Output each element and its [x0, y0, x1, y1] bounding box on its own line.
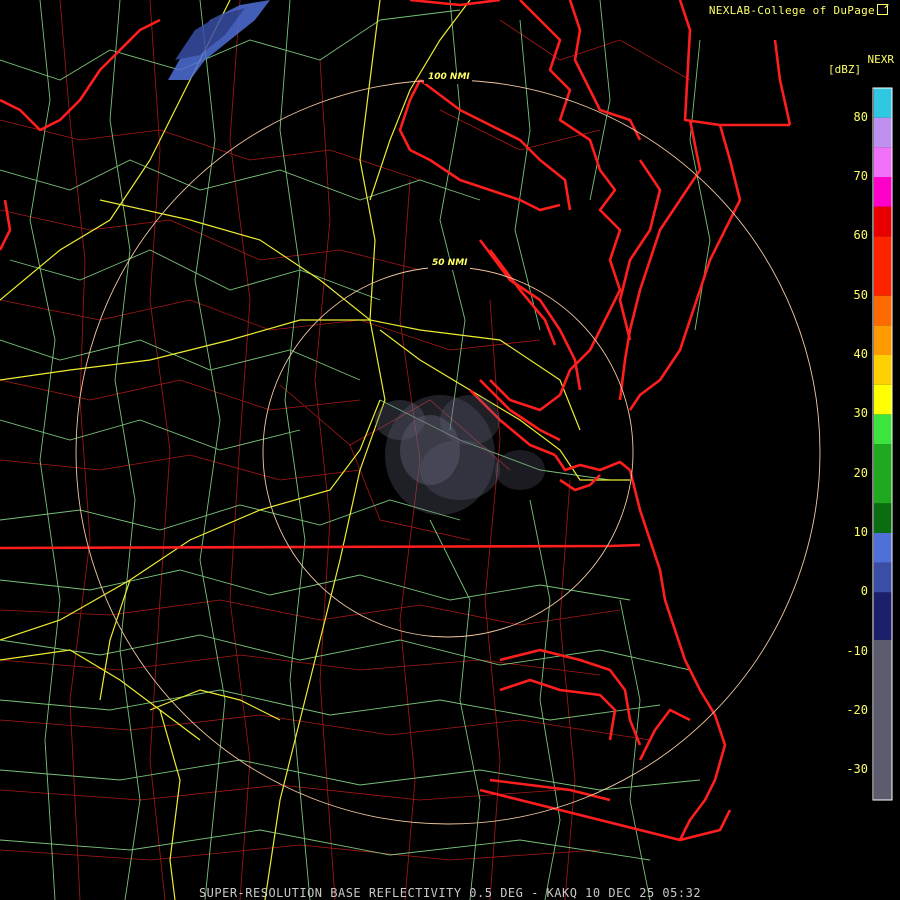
colorbar-band: [874, 88, 892, 118]
colorbar-band: [874, 295, 892, 326]
colorbar-band: [874, 444, 892, 504]
colorbar-tick-label: 60: [853, 228, 868, 243]
colorbar-band: [874, 325, 892, 355]
colorbar-band: [874, 355, 892, 385]
colorbar-tick-label: 30: [853, 406, 868, 421]
colorbar-tick-label: -20: [846, 703, 868, 717]
radar-map: [0, 0, 900, 900]
range-ring-label-100: 100 NMI: [428, 72, 470, 82]
colorbar-band: [874, 236, 892, 296]
colorbar-tick-label: 10: [853, 525, 868, 539]
colorbar-band: [874, 639, 892, 800]
legend-title: NEXR: [867, 53, 895, 66]
product-footer: SUPER-RESOLUTION BASE REFLECTIVITY 0.5 D…: [198, 886, 702, 900]
colorbar-band: [874, 592, 892, 640]
colorbar-tick-label: -30: [846, 762, 868, 777]
external-link-icon: [877, 4, 888, 15]
credit-link[interactable]: NEXLAB-College of DuPage: [709, 4, 888, 17]
colorbar-band: [874, 503, 892, 533]
colorbar-band: [874, 414, 892, 444]
colorbar-band: [874, 117, 892, 148]
colorbar-band: [874, 533, 892, 563]
colorbar-bands: [874, 88, 892, 800]
colorbar-band: [874, 562, 892, 593]
colorbar-tick-label: 20: [853, 465, 868, 480]
range-ring-label-50: 50 NMI: [432, 258, 468, 268]
colorbar-tick-label: 40: [853, 347, 868, 361]
colorbar-band: [874, 206, 892, 237]
legend-unit: [dBZ]: [828, 63, 862, 76]
colorbar-band: [874, 384, 892, 415]
credit-text: NEXLAB-College of DuPage: [708, 4, 875, 17]
colorbar-tick-label: 0: [860, 584, 868, 599]
colorbar-tick-label: 50: [853, 287, 868, 302]
colorbar-tick-label: 70: [853, 169, 868, 183]
colorbar-tick-label: 80: [853, 109, 868, 124]
colorbar-band: [874, 177, 892, 207]
colorbar-band: [874, 147, 892, 177]
colorbar-tick-label: -10: [846, 643, 868, 658]
